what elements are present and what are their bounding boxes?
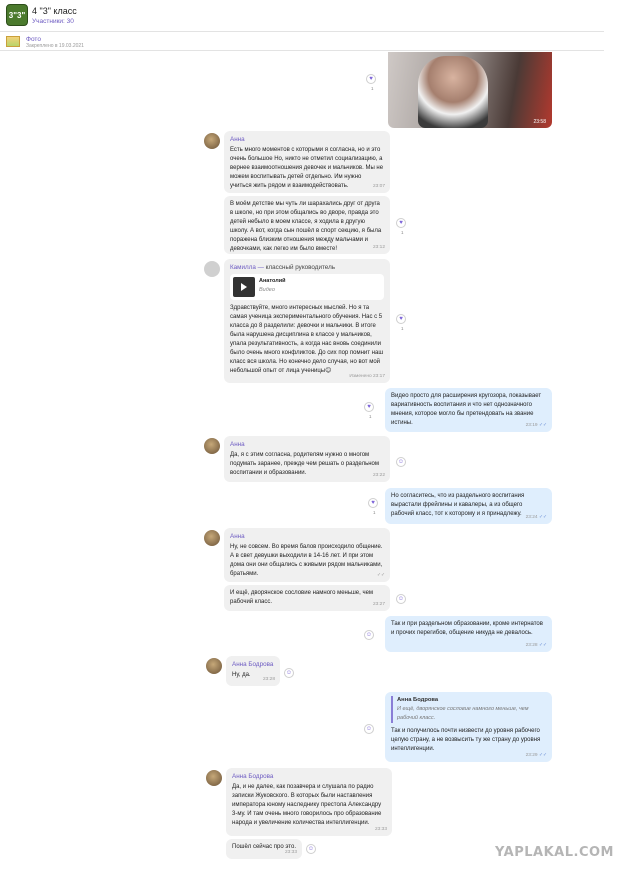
- reaction-heart-icon[interactable]: ♥: [368, 498, 378, 508]
- message-bubble[interactable]: Видео просто для расширения кругозора, п…: [385, 388, 552, 432]
- smile-icon[interactable]: ☺: [364, 724, 374, 734]
- message-time: 23:33: [284, 850, 297, 855]
- smile-icon[interactable]: ☺: [306, 844, 316, 854]
- avatar[interactable]: [204, 261, 220, 277]
- avatar[interactable]: [204, 133, 220, 149]
- message-time: 23:58: [533, 119, 546, 125]
- message-text: Видео просто для расширения кругозора, п…: [391, 393, 542, 426]
- message-text: В моём детстве мы чуть ли шарахались дру…: [230, 201, 382, 252]
- message-text: Так и получилось почти низвести до уровн…: [391, 728, 541, 752]
- message-text: Есть много моментов с которыми я согласн…: [230, 147, 384, 189]
- smile-icon[interactable]: ☺: [396, 457, 406, 467]
- sender-name[interactable]: Анна Бодрова: [232, 772, 386, 781]
- message-time: 23:28: [262, 677, 275, 682]
- message-text: Ну, не совсем. Во время балов происходил…: [230, 544, 383, 577]
- sender-name[interactable]: Анна: [230, 135, 384, 144]
- smile-icon[interactable]: ☺: [284, 668, 294, 678]
- message-bubble[interactable]: Камилла — классный руководитель Анатолий…: [224, 259, 390, 383]
- sender-name[interactable]: Анна: [230, 532, 384, 541]
- video-message[interactable]: 23:58: [388, 52, 552, 128]
- message-bubble[interactable]: Так и при раздельном образовании, кроме …: [385, 616, 552, 652]
- message-bubble[interactable]: В моём детстве мы чуть ли шарахались дру…: [224, 196, 390, 254]
- reaction-heart-icon[interactable]: ♥: [364, 402, 374, 412]
- forwarded-type: Видео: [259, 287, 275, 293]
- message-time: 23:29 ✓✓: [525, 753, 547, 758]
- message-text: Да, и не далее, как позавчера и слушала …: [232, 784, 382, 826]
- message-bubble[interactable]: И ещё, дворянское сословие намного меньш…: [224, 585, 390, 611]
- play-icon[interactable]: [233, 277, 255, 297]
- message-time: 23:07: [372, 184, 385, 189]
- reaction-heart-icon[interactable]: ♥: [396, 314, 406, 324]
- message-time: 23:22: [372, 473, 385, 478]
- smile-icon[interactable]: ☺: [396, 594, 406, 604]
- reaction-count: 1: [369, 414, 372, 419]
- message-text: Да, я с этим согласна, родителям нужно о…: [230, 452, 379, 476]
- message-time: 23:27: [372, 602, 385, 607]
- reaction-count: 1: [401, 230, 404, 235]
- forwarded-author: Анатолий: [259, 278, 286, 284]
- message-text: Здравствуйте, много интересных мыслей. Н…: [230, 305, 384, 374]
- sender-name[interactable]: Камилла — классный руководитель: [230, 263, 384, 272]
- pinned-label: Фото: [26, 36, 41, 43]
- reaction-count: 1: [401, 326, 404, 331]
- smile-icon[interactable]: ☺: [364, 630, 374, 640]
- sender-name[interactable]: Анна: [230, 440, 384, 449]
- reaction-heart-icon[interactable]: ♥: [366, 74, 376, 84]
- video-thumbnail: [418, 56, 488, 128]
- group-avatar[interactable]: 3"3": [6, 4, 28, 26]
- message-bubble[interactable]: Анна Да, я с этим согласна, родителям ну…: [224, 436, 390, 482]
- members-count[interactable]: Участники: 30: [32, 18, 74, 25]
- photo-icon: [6, 36, 20, 47]
- message-text: Так и при раздельном образовании, кроме …: [391, 621, 543, 636]
- message-time: Изменено 23:17: [349, 374, 385, 379]
- message-bubble[interactable]: Но согласитесь, что из раздельного воспи…: [385, 488, 552, 524]
- reaction-count: 1: [373, 510, 376, 515]
- avatar[interactable]: [206, 658, 222, 674]
- quote-author: Анна Бодрова: [397, 697, 439, 703]
- watermark: YAPLAKAL.COM: [495, 845, 614, 860]
- reaction-count: 1: [371, 86, 374, 91]
- avatar[interactable]: [206, 770, 222, 786]
- pinned-date: Закреплено в 19.03.2021: [26, 43, 84, 49]
- message-bubble[interactable]: Анна Есть много моментов с которыми я со…: [224, 131, 390, 193]
- chat-title[interactable]: 4 "3" класс: [32, 6, 77, 16]
- message-bubble[interactable]: Анна Ну, не совсем. Во время балов проис…: [224, 528, 390, 582]
- quote-text: И ещё, дворянское сословие намного меньш…: [397, 706, 529, 721]
- pinned-message[interactable]: Фото Закреплено в 19.03.2021: [0, 33, 604, 51]
- reaction-heart-icon[interactable]: ♥: [396, 218, 406, 228]
- avatar[interactable]: [204, 438, 220, 454]
- message-bubble[interactable]: Анна Бодрова И ещё, дворянское сословие …: [385, 692, 552, 762]
- chat-header: 3"3" 4 "3" класс Участники: 30: [0, 0, 604, 32]
- message-bubble[interactable]: Пошёл сейчас про это. 23:33: [226, 839, 302, 859]
- message-bubble[interactable]: Анна Бодрова Да, и не далее, как позавче…: [226, 768, 392, 836]
- message-time: 23:24 ✓✓: [525, 515, 547, 520]
- message-time: 23:33: [374, 827, 387, 832]
- message-text: Но согласитесь, что из раздельного воспи…: [391, 493, 525, 517]
- reply-quote[interactable]: Анна Бодрова И ещё, дворянское сословие …: [391, 696, 546, 723]
- avatar[interactable]: [204, 530, 220, 546]
- sender-name[interactable]: Анна Бодрова: [232, 660, 274, 669]
- message-bubble[interactable]: Анна Бодрова Ну, да. 23:28: [226, 656, 280, 686]
- message-time: 23:19 ✓✓: [525, 423, 547, 428]
- message-text: И ещё, дворянское сословие намного меньш…: [230, 590, 374, 605]
- forwarded-video[interactable]: Анатолий Видео: [230, 274, 384, 300]
- read-check-icon: ✓✓: [376, 573, 385, 578]
- message-time: 23:28 ✓✓: [525, 643, 547, 648]
- message-time: 23:12: [372, 245, 385, 250]
